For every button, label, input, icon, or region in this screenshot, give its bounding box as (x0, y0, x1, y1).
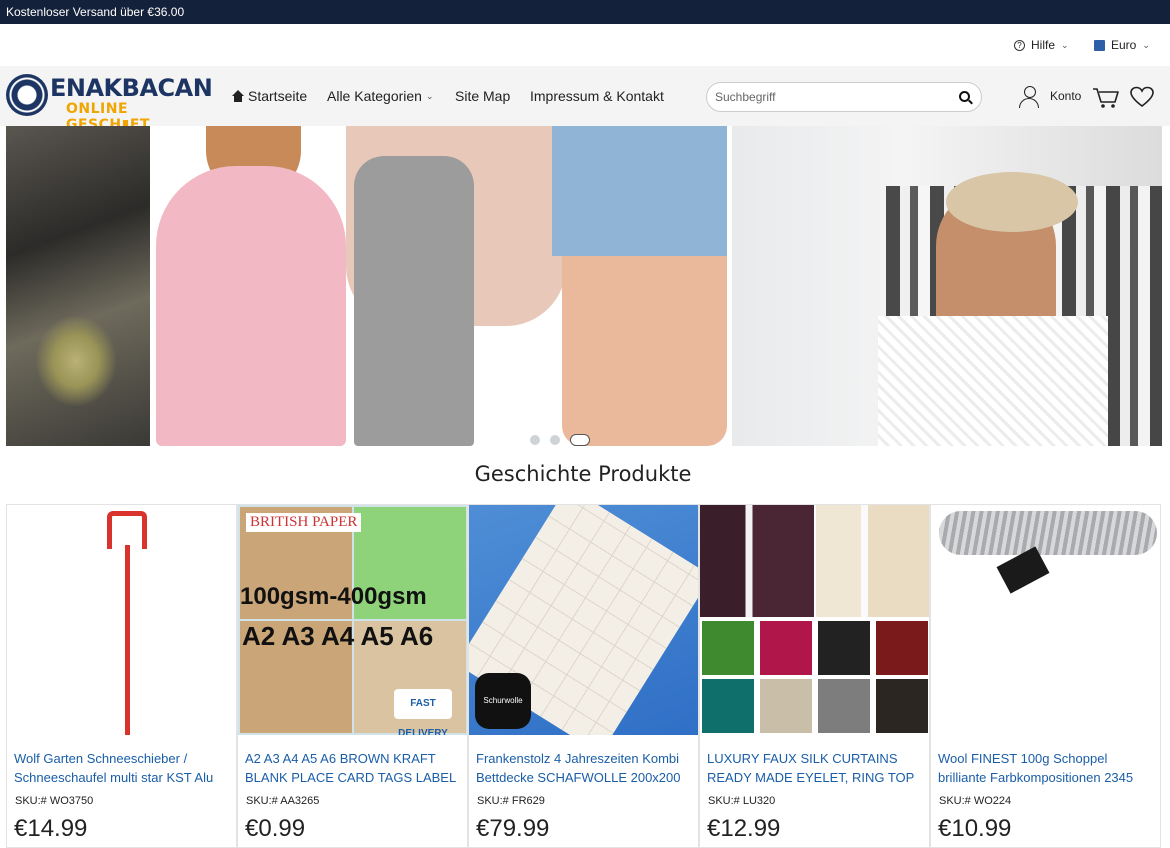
chevron-down-icon: ⌄ (1142, 39, 1150, 50)
product-price: €14.99 (14, 815, 88, 842)
hero-panel-rock (6, 126, 150, 446)
nav-home[interactable]: Startseite (232, 88, 307, 104)
nav-home-label: Startseite (248, 88, 308, 104)
image-gsm-text: 100gsm-400gsm (240, 583, 427, 610)
search-box (706, 82, 982, 112)
nav-categories[interactable]: Alle Kategorien ⌄ (327, 88, 434, 104)
image-fast-badge: FAST DELIVERY (394, 689, 452, 735)
product-sku: SKU:# WO224 (939, 795, 1012, 807)
product-price: €12.99 (707, 815, 781, 842)
user-icon (1018, 85, 1040, 108)
account-link[interactable]: Konto (1018, 85, 1082, 108)
heart-icon[interactable] (1130, 86, 1154, 108)
product-card[interactable]: BRITISH PAPER 100gsm-400gsm A2 A3 A4 A5 … (237, 504, 468, 848)
product-sku: SKU:# WO3750 (15, 795, 94, 807)
hero-dress (156, 166, 346, 446)
product-name[interactable]: LUXURY FAUX SILK CURTAINS READY MADE EYE… (707, 749, 922, 787)
home-icon (232, 90, 244, 102)
product-card[interactable]: Schurwolle Frankenstolz 4 Jahreszeiten K… (468, 504, 699, 848)
hero-hat (946, 172, 1078, 232)
logo-name: ENAKBACAN (50, 74, 213, 102)
product-price: €10.99 (938, 815, 1012, 842)
carousel-dot[interactable] (550, 435, 560, 445)
help-label: Hilfe (1031, 38, 1056, 52)
product-name[interactable]: Wool FINEST 100g Schoppel brilliante Far… (938, 749, 1153, 787)
nav-categories-label: Alle Kategorien (327, 88, 422, 104)
carousel-dot[interactable] (530, 435, 540, 445)
chevron-down-icon: ⌄ (1061, 39, 1069, 50)
cart-icon[interactable] (1092, 87, 1120, 109)
account-label: Konto (1050, 89, 1082, 103)
nav-sitemap-label: Site Map (455, 88, 511, 104)
product-image[interactable] (700, 505, 929, 735)
product-sku: SKU:# AA3265 (246, 795, 320, 807)
question-icon: ? (1014, 39, 1025, 51)
logo-badge (6, 74, 48, 116)
flag-icon (1094, 39, 1105, 51)
site-logo[interactable]: ENAKBACAN ONLINE GESCH▮FT (6, 72, 213, 133)
carousel-indicators (530, 434, 590, 446)
product-name[interactable]: Wolf Garten Schneeschieber / Schneeschau… (14, 749, 229, 787)
promo-bar: Kostenloser Versand über €36.00 (0, 0, 1170, 24)
currency-selector[interactable]: Euro ⌄ (1094, 38, 1150, 52)
nav-imprint-label: Impressum & Kontakt (530, 88, 664, 104)
product-image[interactable]: BRITISH PAPER 100gsm-400gsm A2 A3 A4 A5 … (238, 505, 467, 735)
hero-carousel[interactable] (6, 126, 1162, 446)
product-image[interactable] (7, 505, 236, 735)
carousel-dot-active[interactable] (570, 434, 590, 446)
nav-sitemap[interactable]: Site Map (455, 88, 510, 104)
search-input[interactable] (715, 88, 945, 106)
product-sku: SKU:# LU320 (708, 795, 776, 807)
nav-imprint[interactable]: Impressum & Kontakt (530, 88, 664, 104)
product-price: €0.99 (245, 815, 306, 842)
hero-shorts (552, 126, 727, 256)
currency-label: Euro (1111, 38, 1137, 52)
image-sizes-text: A2 A3 A4 A5 A6 (242, 621, 434, 651)
chevron-down-icon: ⌄ (425, 90, 434, 101)
hero-blouse (878, 316, 1108, 446)
help-menu[interactable]: ? Hilfe ⌄ (1014, 38, 1069, 52)
hero-tank-top (354, 156, 474, 446)
section-title: Geschichte Produkte (474, 462, 692, 486)
product-image[interactable] (931, 505, 1160, 735)
image-brand-text: BRITISH PAPER (246, 513, 362, 532)
product-sku: SKU:# FR629 (477, 795, 545, 807)
product-card[interactable]: Wool FINEST 100g Schoppel brilliante Far… (930, 504, 1161, 848)
product-price: €79.99 (476, 815, 550, 842)
hero-legs (562, 256, 727, 446)
search-icon[interactable] (959, 91, 970, 102)
product-name[interactable]: A2 A3 A4 A5 A6 BROWN KRAFT BLANK PLACE C… (245, 749, 460, 787)
main-header: ENAKBACAN ONLINE GESCH▮FT Startseite All… (0, 66, 1170, 133)
promo-text: Kostenloser Versand über €36.00 (6, 5, 185, 19)
product-grid: Wolf Garten Schneeschieber / Schneeschau… (6, 504, 1162, 848)
product-image[interactable]: Schurwolle (469, 505, 698, 735)
image-wool-badge: Schurwolle (475, 673, 531, 729)
product-card[interactable]: Wolf Garten Schneeschieber / Schneeschau… (6, 504, 237, 848)
utility-bar: ? Hilfe ⌄ Euro ⌄ (0, 24, 1170, 66)
product-card[interactable]: LUXURY FAUX SILK CURTAINS READY MADE EYE… (699, 504, 930, 848)
product-name[interactable]: Frankenstolz 4 Jahreszeiten Kombi Bettde… (476, 749, 691, 787)
